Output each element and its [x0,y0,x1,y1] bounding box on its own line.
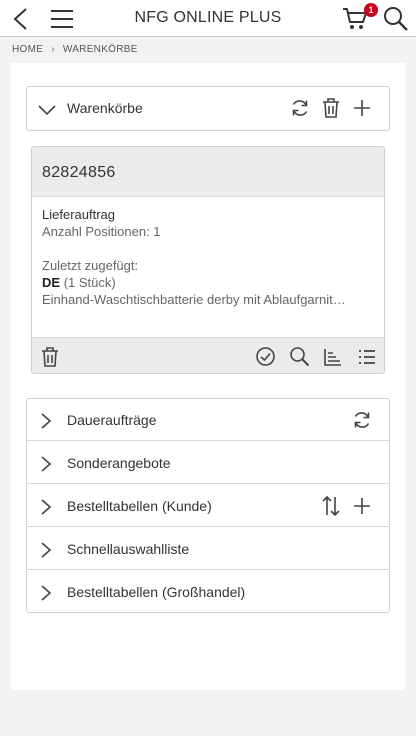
basket-id: 82824856 [42,164,116,181]
chevron-right-icon [41,585,52,601]
plus-icon[interactable] [352,496,372,516]
basket-card-footer [32,337,384,373]
section-label: Schnellauswahlliste [67,541,190,557]
check-circle-icon[interactable] [255,346,276,367]
chevron-down-icon [38,105,56,116]
section-row[interactable]: Schnellauswahlliste [27,528,389,570]
basket-product: Einhand-Waschtischbatterie derby mit Abl… [42,292,346,307]
basket-card-header: 82824856 [32,147,384,197]
breadcrumb-current: WARENKÖRBE [62,44,138,55]
breadcrumb-separator-icon: › [51,44,55,55]
breadcrumb: HOME › WARENKÖRBE [12,44,138,55]
basket-quantity: (1 Stück) [63,275,116,290]
chevron-right-icon [41,499,52,515]
top-bar: NFG ONLINE PLUS 1 [0,0,416,37]
sort-arrows-icon[interactable] [321,495,341,517]
refresh-icon[interactable] [352,410,372,430]
section-label: Sonderangebote [67,455,171,471]
section-row[interactable]: Bestelltabellen (Großhandel) [27,571,389,613]
plus-icon[interactable] [352,98,372,118]
last-added-label: Zuletzt zugefügt: [42,258,139,273]
section-row[interactable]: Sonderangebote [27,442,389,484]
section-row[interactable]: Daueraufträge [27,399,389,441]
section-label: Bestelltabellen (Kunde) [67,498,212,514]
basket-positions: Anzahl Positionen: 1 [42,224,161,239]
section-row[interactable]: Bestelltabellen (Kunde) [27,485,389,527]
chevron-right-icon [41,456,52,472]
search-icon[interactable] [383,6,409,32]
refresh-icon[interactable] [290,98,310,118]
basket-country: DE [42,275,61,290]
search-icon[interactable] [289,346,310,367]
basket-card[interactable]: 82824856 Lieferauftrag Anzahl Positionen… [31,146,385,374]
basket-type: Lieferauftrag [42,207,115,222]
list-icon[interactable] [358,348,376,366]
section-label: Bestelltabellen (Großhandel) [67,584,246,600]
section-list: Daueraufträge Sonderangebote Bestelltabe… [26,398,390,613]
trash-icon[interactable] [321,97,341,119]
sort-icon[interactable] [323,347,343,367]
breadcrumb-home[interactable]: HOME [12,44,43,55]
baskets-panel-header[interactable]: Warenkörbe [26,86,390,131]
cart-count-badge: 1 [364,3,378,17]
basket-card-body: Lieferauftrag Anzahl Positionen: 1 Zulet… [42,206,376,308]
section-label: Daueraufträge [67,412,157,428]
trash-icon[interactable] [40,346,60,368]
chevron-right-icon [41,413,52,429]
chevron-right-icon [41,542,52,558]
baskets-panel-title: Warenkörbe [67,100,143,116]
